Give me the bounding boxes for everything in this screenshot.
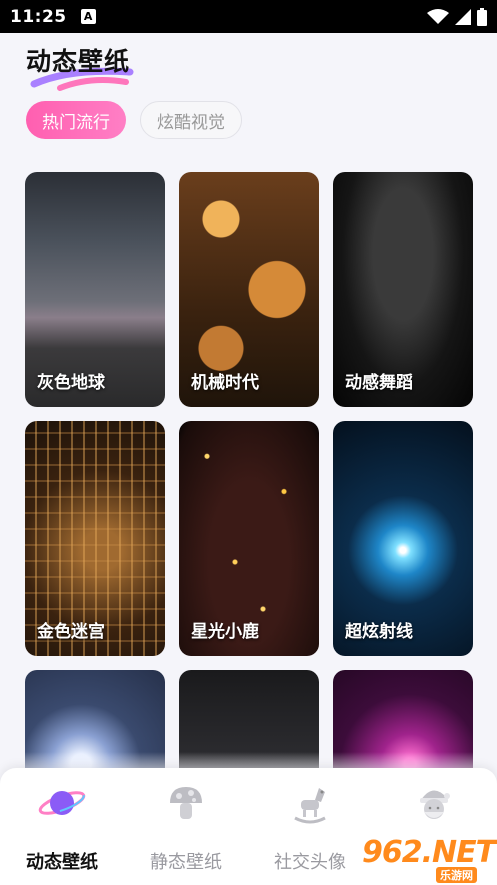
watermark-main: 962.NET <box>362 835 496 870</box>
notification-icon: A <box>80 9 96 24</box>
santa-icon <box>409 778 459 828</box>
status-icons <box>427 7 487 26</box>
wallpaper-card[interactable]: 星光小鹿 <box>179 421 319 656</box>
wifi-icon <box>427 8 449 24</box>
wallpaper-card[interactable]: 动感舞蹈 <box>333 172 473 407</box>
nav-item-dynamic-wallpaper[interactable]: 动态壁纸 <box>7 778 117 874</box>
tab-cool-visual[interactable]: 炫酷视觉 <box>140 101 242 139</box>
mushroom-icon <box>161 778 211 828</box>
wallpaper-label: 动感舞蹈 <box>345 373 413 393</box>
nav-item-social-avatar[interactable]: 社交头像 <box>255 778 365 874</box>
nav-item-static-wallpaper[interactable]: 静态壁纸 <box>131 778 241 874</box>
tab-hot-trending[interactable]: 热门流行 <box>26 101 126 139</box>
category-tabs: 热门流行 炫酷视觉 <box>26 101 242 139</box>
wallpaper-card[interactable]: 金色迷宫 <box>25 421 165 656</box>
wallpaper-label: 星光小鹿 <box>191 622 259 642</box>
watermark-sub: 乐游网 <box>436 867 477 883</box>
wallpaper-grid: 灰色地球 机械时代 动感舞蹈 金色迷宫 星光小鹿 超炫射线 <box>25 172 473 772</box>
page-title: 动态壁纸 <box>26 47 131 76</box>
planet-icon <box>37 778 87 828</box>
wallpaper-label: 超炫射线 <box>345 622 413 642</box>
nav-label: 动态壁纸 <box>26 852 98 873</box>
site-watermark: 962.NET 乐游网 <box>362 835 496 883</box>
signal-icon <box>455 8 471 25</box>
battery-icon <box>477 7 487 26</box>
status-time: 11:25 <box>10 6 67 27</box>
wallpaper-label: 金色迷宫 <box>37 622 105 642</box>
wallpaper-label: 灰色地球 <box>37 373 105 393</box>
nav-label: 静态壁纸 <box>150 852 222 873</box>
status-bar: 11:25 A <box>0 0 497 33</box>
wallpaper-card[interactable]: 机械时代 <box>179 172 319 407</box>
rocking-horse-icon <box>285 778 335 828</box>
wallpaper-card[interactable]: 超炫射线 <box>333 421 473 656</box>
wallpaper-card[interactable]: 灰色地球 <box>25 172 165 407</box>
wallpaper-label: 机械时代 <box>191 373 259 393</box>
nav-label: 社交头像 <box>274 852 346 873</box>
page-header: 动态壁纸 <box>26 42 134 91</box>
